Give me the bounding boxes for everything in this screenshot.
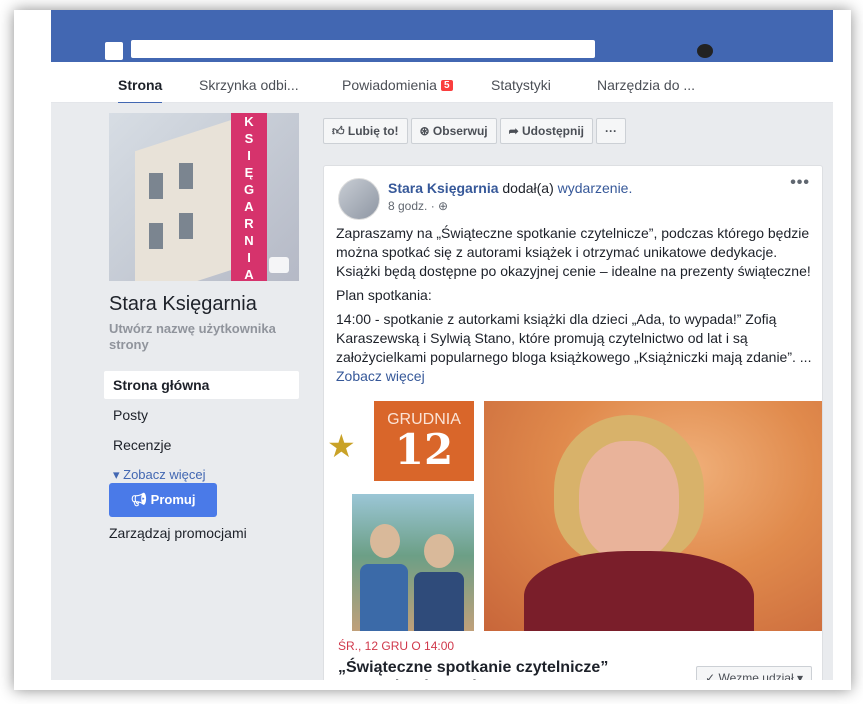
see-more-link[interactable]: Zobacz więcej [336,368,425,384]
page-tabs: Strona Skrzynka odbi... Powiadomienia 5 S… [51,66,833,105]
share-button[interactable]: ➦ Udostępnij [499,118,593,144]
share-arrow-icon: ➦ [508,124,522,138]
caret-down-icon: ▾ [113,467,124,482]
profile-avatar-icon[interactable] [697,44,713,58]
post-text: Zapraszamy na „Świąteczne spotkanie czyt… [336,225,812,384]
create-username-link[interactable]: Utwórz nazwę użytkownika strony [109,321,289,353]
screenshot-frame: Strona Skrzynka odbi... Powiadomienia 5 S… [14,10,851,690]
megaphone-icon: 📢︎ [130,492,151,507]
rss-icon: ⊛ [419,124,433,138]
post-timestamp[interactable]: 8 godz. · ⊕ [388,199,448,213]
notification-badge: 5 [440,80,453,91]
star-icon: ★ [327,428,356,464]
more-actions-button[interactable]: ··· [596,118,626,144]
bookstore-sign: K S I Ę G A R N I A [231,113,267,281]
follow-button[interactable]: ⊛ Obserwuj [410,118,497,144]
manage-promotions-link[interactable]: Zarządzaj promocjami [109,525,247,541]
window-shape [179,213,193,239]
window-shape [149,173,163,199]
page-action-bar: 👍︎ Lubię to! ⊛ Obserwuj ➦ Udostępnij ··· [323,118,626,144]
date-card: GRUDNIA 12 [374,401,474,481]
window-shape [149,223,163,249]
body-shape [414,572,464,631]
face-shape [579,441,679,561]
thumbs-up-icon: 👍︎ [332,124,348,138]
profile-cover-photo[interactable]: K S I Ę G A R N I A [109,113,299,281]
nav-item-reviews[interactable]: Recenzje [104,431,299,459]
like-page-button[interactable]: 👍︎ Lubię to! [323,118,408,144]
page-nav-list: Strona główna Posty Recenzje ▾ Zobacz wi… [104,371,299,491]
nav-item-posts[interactable]: Posty [104,401,299,429]
face-shape [370,524,400,558]
tab-notifications[interactable]: Powiadomienia 5 [342,77,453,93]
page-content: K S I Ę G A R N I A Stara Księgarnia Utw… [51,103,833,690]
post-header: Stara Księgarnia dodał(a) wydarzenie. [388,180,633,196]
face-shape [424,534,454,568]
event-datetime: ŚR., 12 GRU O 14:00 [338,639,455,653]
tab-publishing-tools[interactable]: Narzędzia do ... [597,77,695,93]
camera-icon[interactable] [269,257,289,273]
tab-inbox[interactable]: Skrzynka odbi... [199,77,299,93]
facebook-logo-icon[interactable] [105,42,123,60]
nav-item-home[interactable]: Strona główna [104,371,299,399]
author-portrait [484,401,822,631]
author-link[interactable]: Stara Księgarnia [388,180,499,196]
page-title: Stara Księgarnia [109,293,257,315]
tab-insights[interactable]: Statystyki [491,77,551,93]
building-shape [135,118,235,281]
event-link[interactable]: wydarzenie. [558,180,633,196]
post-options-button[interactable]: ••• [790,174,810,192]
search-input[interactable] [131,40,595,58]
top-navigation-bar [51,10,833,62]
page-avatar[interactable] [338,178,380,220]
body-shape [524,551,754,631]
book-cover-image [352,494,474,631]
tab-page[interactable]: Strona [118,77,163,105]
event-cover-image[interactable]: ★ GRUDNIA 12 [324,401,822,631]
promote-button[interactable]: 📢︎ Promuj [109,483,217,517]
globe-icon: ⊕ [438,199,449,213]
body-shape [360,564,408,631]
window-shape [179,163,193,189]
frame-bottom [14,680,851,690]
event-post: Stara Księgarnia dodał(a) wydarzenie. 8 … [323,165,823,690]
